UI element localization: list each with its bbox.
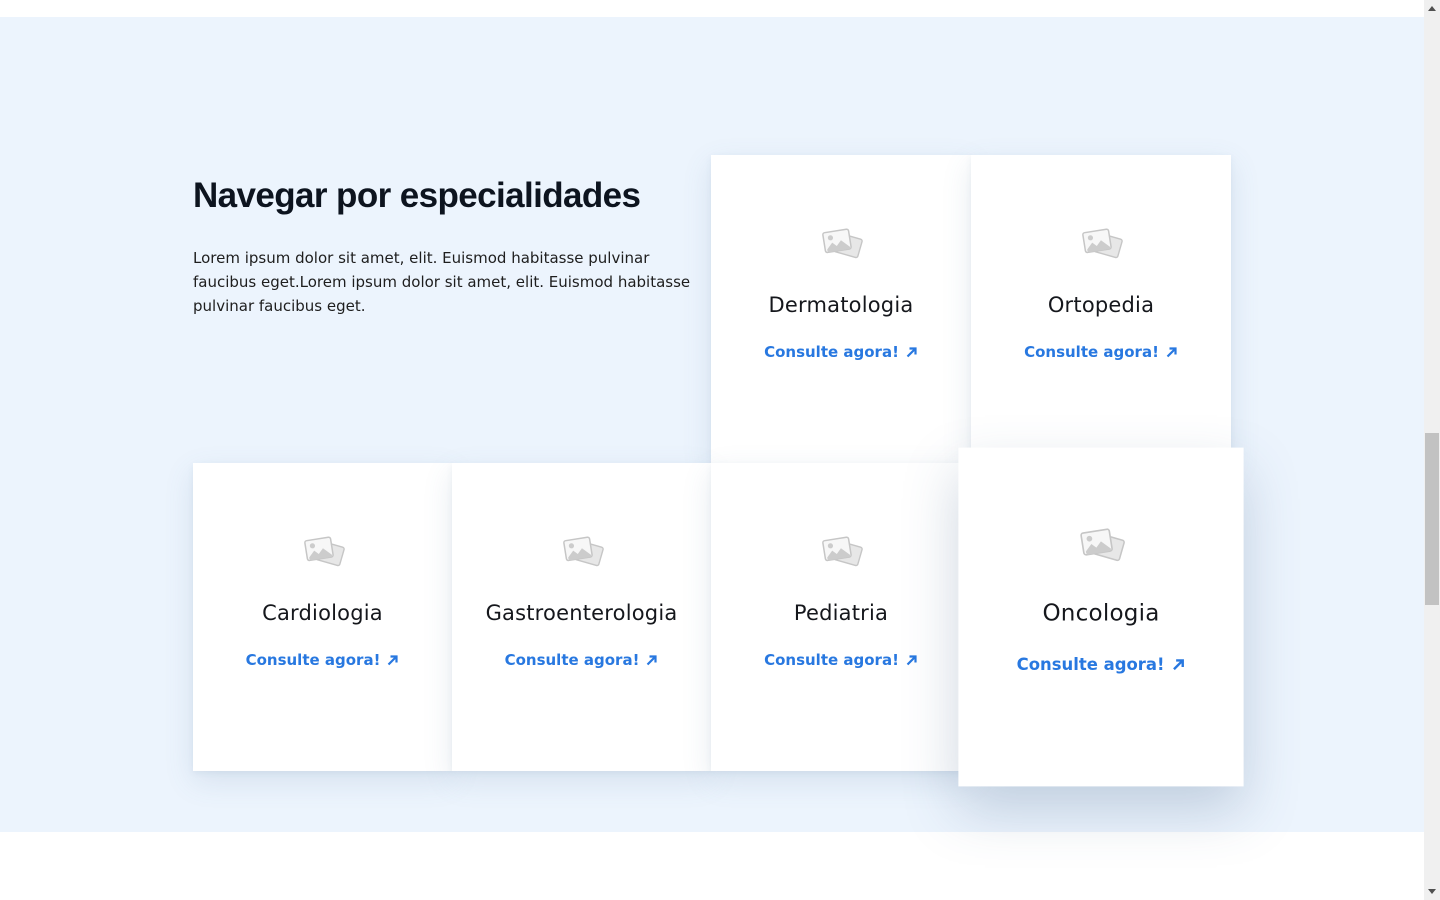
image-placeholder-icon [818, 225, 864, 263]
arrow-up-right-icon [386, 654, 399, 667]
image-placeholder-icon [1078, 225, 1124, 263]
triangle-down-icon [1428, 889, 1436, 894]
image-placeholder-icon [300, 533, 346, 571]
arrow-up-right-icon [645, 654, 658, 667]
specialty-card-oncologia: Oncologia Consulte agora! [958, 448, 1243, 787]
section-description: Lorem ipsum dolor sit amet, elit. Euismo… [193, 246, 713, 318]
image-placeholder-icon [1076, 525, 1126, 567]
consult-now-link[interactable]: Consulte agora! [764, 343, 918, 361]
arrow-up-right-icon [1165, 346, 1178, 359]
specialty-title: Cardiologia [262, 601, 383, 625]
scroll-up-button[interactable] [1424, 0, 1440, 17]
consult-now-label: Consulte agora! [1017, 654, 1165, 674]
specialty-title: Pediatria [794, 601, 888, 625]
consult-now-label: Consulte agora! [764, 651, 899, 669]
image-placeholder-icon [559, 533, 605, 571]
consult-now-link[interactable]: Consulte agora! [764, 651, 918, 669]
arrow-up-right-icon [1171, 657, 1185, 671]
consult-now-label: Consulte agora! [764, 343, 899, 361]
previous-section-edge [0, 0, 1424, 17]
triangle-up-icon [1428, 6, 1436, 11]
consult-now-label: Consulte agora! [505, 651, 640, 669]
consult-now-link[interactable]: Consulte agora! [505, 651, 659, 669]
arrow-up-right-icon [905, 346, 918, 359]
section-intro: Navegar por especialidades Lorem ipsum d… [193, 176, 713, 318]
consult-now-link[interactable]: Consulte agora! [1024, 343, 1178, 361]
scroll-down-button[interactable] [1424, 883, 1440, 900]
scrollbar-thumb[interactable] [1425, 433, 1439, 605]
specialty-title: Oncologia [1042, 599, 1159, 625]
image-placeholder-icon [818, 533, 864, 571]
specialty-title: Gastroenterologia [486, 601, 678, 625]
consult-now-link[interactable]: Consulte agora! [246, 651, 400, 669]
specialty-card-gastroenterologia: Gastroenterologia Consulte agora! [452, 463, 711, 771]
next-section-edge [0, 832, 1424, 900]
specialty-title: Dermatologia [769, 293, 914, 317]
specialty-card-pediatria: Pediatria Consulte agora! [711, 463, 971, 771]
consult-now-link[interactable]: Consulte agora! [1017, 654, 1186, 674]
section-title: Navegar por especialidades [193, 176, 713, 216]
specialty-card-cardiologia: Cardiologia Consulte agora! [193, 463, 452, 771]
vertical-scrollbar[interactable] [1424, 0, 1440, 900]
specialty-title: Ortopedia [1048, 293, 1154, 317]
specialty-card-ortopedia: Ortopedia Consulte agora! [971, 155, 1231, 463]
consult-now-label: Consulte agora! [246, 651, 381, 669]
arrow-up-right-icon [905, 654, 918, 667]
specialty-card-dermatologia: Dermatologia Consulte agora! [711, 155, 971, 463]
consult-now-label: Consulte agora! [1024, 343, 1159, 361]
